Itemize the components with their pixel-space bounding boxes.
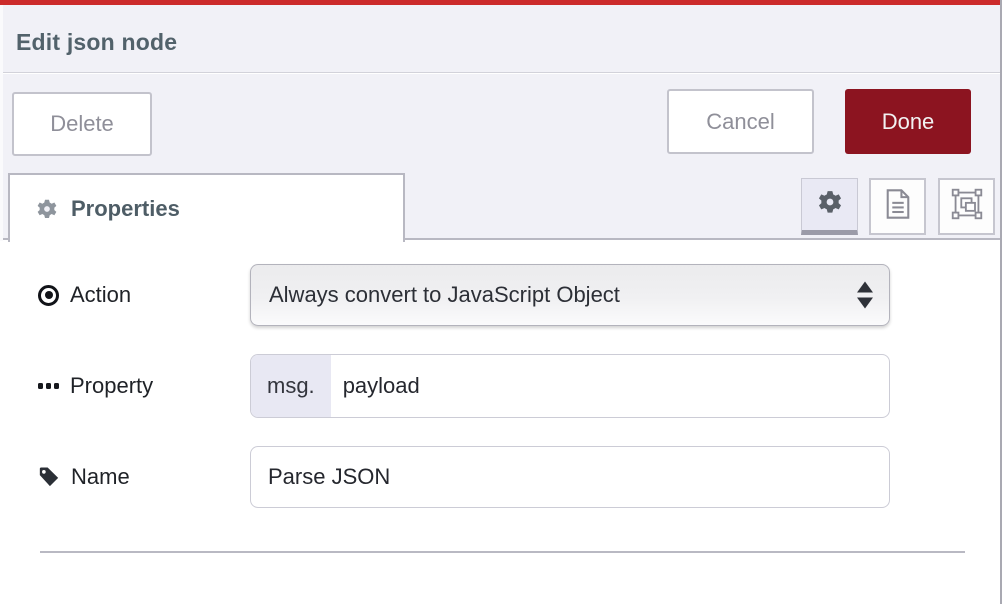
dialog-header: Edit json node [0,5,1000,73]
properties-form: Action Always convert to JavaScript Obje… [0,240,1000,604]
action-row: Action Always convert to JavaScript Obje… [0,264,1000,326]
editor-tab-bar: Properties [0,173,1000,240]
dot-circle-icon [38,285,59,306]
dialog-button-row: Delete Cancel Done [0,74,1000,173]
node-description-button[interactable] [869,178,926,235]
dialog-title: Edit json node [16,29,177,56]
done-button[interactable]: Done [845,89,971,154]
cancel-button[interactable]: Cancel [667,89,814,154]
property-input[interactable] [331,355,889,417]
form-divider [40,551,965,553]
delete-button[interactable]: Delete [12,92,152,156]
left-edge-strip [0,5,3,241]
node-properties-button[interactable] [801,178,858,235]
property-typed-input: msg. [250,354,890,418]
tab-properties-label: Properties [71,196,180,222]
action-select[interactable]: Always convert to JavaScript Object [250,264,890,326]
name-row: Name [0,446,1000,508]
msg-prefix-badge: msg. [251,355,331,417]
property-row: Property msg. [0,354,1000,418]
gear-icon [817,189,843,220]
group-icon [951,188,983,225]
name-label: Name [38,464,250,490]
name-input[interactable] [250,446,890,508]
node-appearance-button[interactable] [938,178,995,235]
tab-properties[interactable]: Properties [8,173,405,242]
gear-icon [36,198,58,220]
doc-icon [884,188,912,225]
select-arrows-icon [857,282,873,309]
property-label: Property [38,373,250,399]
action-label: Action [38,282,250,308]
action-select-value: Always convert to JavaScript Object [269,282,620,308]
edit-json-node-dialog: Edit json node Delete Cancel Done Proper… [0,0,1002,604]
tag-icon [38,466,60,488]
ellipsis-icon [38,383,59,389]
